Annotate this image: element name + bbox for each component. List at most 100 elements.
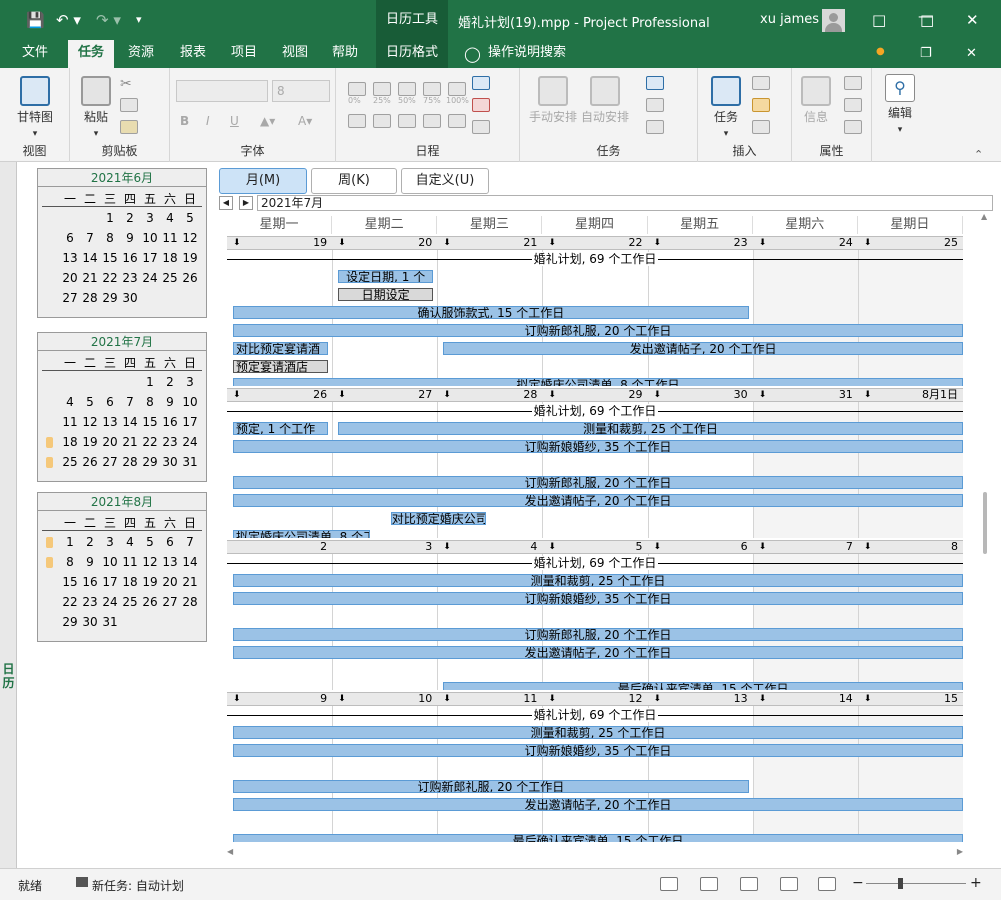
month-view-button[interactable]: 月(M): [219, 168, 307, 194]
underline-icon[interactable]: U: [230, 114, 239, 128]
mini-calendar-day[interactable]: 2: [120, 209, 140, 227]
outdent-icon[interactable]: [348, 114, 366, 128]
date-cell[interactable]: ⬇ 7: [753, 541, 858, 554]
task-bar[interactable]: 订购新郎礼服, 20 个工作日: [233, 476, 963, 489]
task-bar[interactable]: 发出邀请帖子, 20 个工作日: [233, 646, 963, 659]
mini-calendar-day[interactable]: 13: [160, 553, 180, 571]
horizontal-scrollbar[interactable]: ◀ ▶: [227, 846, 963, 860]
mini-calendar-day[interactable]: 28: [180, 593, 200, 611]
mark-on-track-icon[interactable]: [472, 76, 490, 90]
overflow-arrow-icon[interactable]: ⬇: [443, 389, 451, 401]
mini-calendar-day[interactable]: 9: [160, 393, 180, 411]
scroll-thumb[interactable]: [983, 492, 987, 554]
overflow-arrow-icon[interactable]: ⬇: [864, 541, 872, 553]
date-cell[interactable]: ⬇ 31: [753, 389, 858, 402]
mini-calendar-day[interactable]: 20: [100, 433, 120, 451]
tab-project[interactable]: 项目: [221, 40, 267, 68]
notes-icon[interactable]: [844, 76, 862, 90]
task-bar[interactable]: 发出邀请帖子, 20 个工作日: [233, 798, 963, 811]
mini-calendar-day[interactable]: 7: [180, 533, 200, 551]
mini-calendar-day[interactable]: 30: [80, 613, 100, 631]
task-bar[interactable]: 对比预定婚庆公司,: [390, 512, 486, 525]
mini-calendar-day[interactable]: 21: [120, 433, 140, 451]
mini-calendar-day[interactable]: 27: [160, 593, 180, 611]
overflow-arrow-icon[interactable]: ⬇: [548, 389, 556, 401]
ribbon-display-options-icon[interactable]: □: [872, 10, 886, 30]
insert-task-button[interactable]: 任务 ▾: [704, 76, 748, 139]
move-icon[interactable]: [646, 98, 664, 112]
scroll-up-icon[interactable]: ▲: [981, 212, 987, 221]
mini-calendar-day[interactable]: 9: [120, 229, 140, 247]
mini-calendar-day[interactable]: 16: [80, 573, 100, 591]
task-bar[interactable]: 测量和裁剪, 25 个工作日: [233, 726, 963, 739]
mini-calendar-day[interactable]: 23: [80, 593, 100, 611]
mini-calendar-day[interactable]: 5: [80, 393, 100, 411]
mode-icon[interactable]: [646, 120, 664, 134]
inactivate-icon[interactable]: [472, 120, 490, 134]
task-bar[interactable]: 预定, 1 个工作: [233, 422, 329, 435]
mini-calendar-day[interactable]: 25: [120, 593, 140, 611]
date-cell[interactable]: ⬇ 15: [858, 693, 963, 706]
mini-calendar-day[interactable]: 11: [120, 553, 140, 571]
date-cell[interactable]: ⬇ 26: [227, 389, 332, 402]
report-shortcut-icon[interactable]: [818, 877, 836, 891]
tell-me-search[interactable]: 操作说明搜索: [488, 40, 568, 68]
task-bar[interactable]: 确认服饰款式, 15 个工作日: [233, 306, 749, 319]
link-tasks-icon[interactable]: [398, 114, 416, 128]
task-bar[interactable]: 拟定婚庆公司清单, 8 个工作日: [233, 378, 963, 386]
mini-calendar-day[interactable]: 26: [180, 269, 200, 287]
undo-icon[interactable]: ↶ ▾: [56, 10, 81, 30]
date-cell[interactable]: ⬇ 30: [648, 389, 753, 402]
team-planner-shortcut-icon[interactable]: [740, 877, 758, 891]
mini-calendar-day[interactable]: 15: [60, 573, 80, 591]
task-bar[interactable]: 日期设定: [338, 288, 434, 301]
user-name[interactable]: xu james: [760, 12, 819, 27]
mini-calendar-day[interactable]: 26: [140, 593, 160, 611]
mini-calendar-day[interactable]: 17: [180, 413, 200, 431]
prev-month-arrow-icon[interactable]: ◀: [219, 196, 233, 210]
split-task-icon[interactable]: [448, 114, 466, 128]
overflow-arrow-icon[interactable]: ⬇: [864, 693, 872, 705]
mini-calendar-day[interactable]: 6: [160, 533, 180, 551]
mini-calendar-day[interactable]: 20: [60, 269, 80, 287]
mini-calendar-day[interactable]: 28: [120, 453, 140, 471]
overflow-arrow-icon[interactable]: ⬇: [759, 693, 767, 705]
mini-calendar-day[interactable]: 4: [160, 209, 180, 227]
date-cell[interactable]: ⬇ 8月1日: [858, 389, 963, 402]
date-cell[interactable]: ⬇ 27: [332, 389, 437, 402]
deliverable-icon[interactable]: [752, 120, 770, 134]
overflow-arrow-icon[interactable]: ⬇: [759, 237, 767, 249]
mini-calendar-day[interactable]: 3: [100, 533, 120, 551]
save-icon[interactable]: 💾: [26, 10, 45, 30]
summary-task-bar[interactable]: 婚礼计划, 69 个工作日: [227, 556, 963, 570]
zoom-slider-thumb[interactable]: [898, 878, 903, 889]
date-cell[interactable]: ⬇ 8: [858, 541, 963, 554]
pct-25-button[interactable]: [373, 82, 391, 96]
task-bar[interactable]: 最后确认来宾清单, 15 个工作日: [233, 834, 963, 842]
bold-icon[interactable]: B: [180, 114, 189, 128]
close-doc-icon[interactable]: ✕: [966, 44, 977, 64]
date-cell[interactable]: ⬇ 29: [542, 389, 647, 402]
mini-calendar-day[interactable]: 18: [60, 433, 80, 451]
mini-calendar-day[interactable]: 1: [140, 373, 160, 391]
mini-calendar-day[interactable]: 28: [80, 289, 100, 307]
tab-report[interactable]: 报表: [170, 40, 216, 68]
mini-calendar-day[interactable]: 31: [100, 613, 120, 631]
mini-calendar-day[interactable]: 14: [120, 413, 140, 431]
mini-calendar-day[interactable]: 29: [140, 453, 160, 471]
date-cell[interactable]: ⬇ 6: [648, 541, 753, 554]
overflow-arrow-icon[interactable]: ⬇: [548, 541, 556, 553]
overflow-arrow-icon[interactable]: ⬇: [338, 693, 346, 705]
summary-task-bar[interactable]: 婚礼计划, 69 个工作日: [227, 404, 963, 418]
date-cell[interactable]: ⬇ 10: [332, 693, 437, 706]
date-cell[interactable]: ⬇ 21: [437, 237, 542, 250]
mini-calendar-day[interactable]: 29: [60, 613, 80, 631]
task-bar[interactable]: 最后确认来宾清单, 15 个工作日: [443, 682, 963, 690]
font-color-icon[interactable]: A▾: [298, 114, 312, 128]
mini-calendar-day[interactable]: 12: [80, 413, 100, 431]
date-cell[interactable]: ⬇ 28: [437, 389, 542, 402]
avatar[interactable]: [822, 9, 845, 32]
mini-calendar-day[interactable]: 15: [140, 413, 160, 431]
add-to-timeline-icon[interactable]: [844, 120, 862, 134]
date-cell[interactable]: ⬇ 24: [753, 237, 858, 250]
